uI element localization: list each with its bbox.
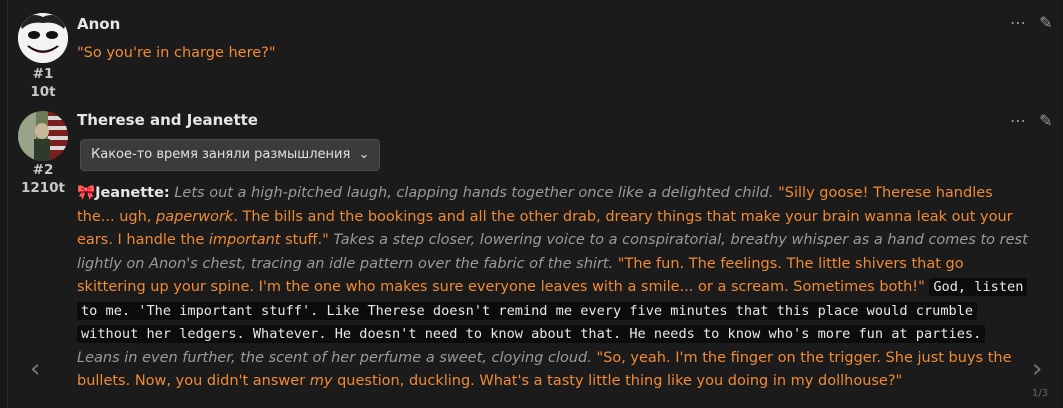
dialogue-emphasis: my [309,373,333,389]
speaker-label: Jeanette: [95,185,170,201]
ellipsis-icon[interactable]: ⋯ [1010,13,1026,32]
dialogue-text: question, duckling. What's a tasty littl… [332,373,903,389]
chevron-down-icon: ⌄ [358,147,370,162]
dialogue-emphasis: paperwork [156,208,234,225]
message-actions: ⋯ ✎ [1010,111,1053,130]
message-text: "So you're in charge here?" [77,45,276,61]
action-text: Leans in even further, the scent of her … [77,349,592,366]
chevron-left-icon[interactable]: ‹ [30,354,40,384]
ellipsis-icon[interactable]: ⋯ [1010,111,1026,130]
chevron-right-icon[interactable]: › [1032,354,1042,384]
pencil-icon[interactable]: ✎ [1039,111,1052,130]
swipe-counter: 1/3 [1032,388,1049,399]
dialogue-text: stuff." [280,232,329,248]
dialogue-emphasis: important [208,232,281,248]
token-count: 1210t [20,180,66,196]
sender-name: Anon [77,15,121,33]
pencil-icon[interactable]: ✎ [1039,13,1052,32]
reasoning-dropdown[interactable]: Какое-то время заняли размышления ⌄ [80,139,381,171]
avatar[interactable] [18,13,68,63]
joker-avatar-icon [18,13,68,63]
chat-area: #1 10t Anon "So you're in charge here?" … [7,0,1060,408]
message-id: #1 [32,66,54,82]
character-avatar-icon [18,111,68,161]
message-id: #2 [32,162,54,178]
ribbon-emoji-icon: 🎀 [77,185,96,201]
message-text: 🎀Jeanette: Lets out a high-pitched laugh… [77,182,1032,394]
avatar[interactable] [18,111,68,161]
sender-name: Therese and Jeanette [77,111,258,129]
token-count: 10t [30,84,56,100]
action-text: Lets out a high-pitched laugh, clapping … [174,185,774,201]
message-actions: ⋯ ✎ [1010,13,1053,32]
reasoning-label: Какое-то время заняли размышления [91,147,351,162]
